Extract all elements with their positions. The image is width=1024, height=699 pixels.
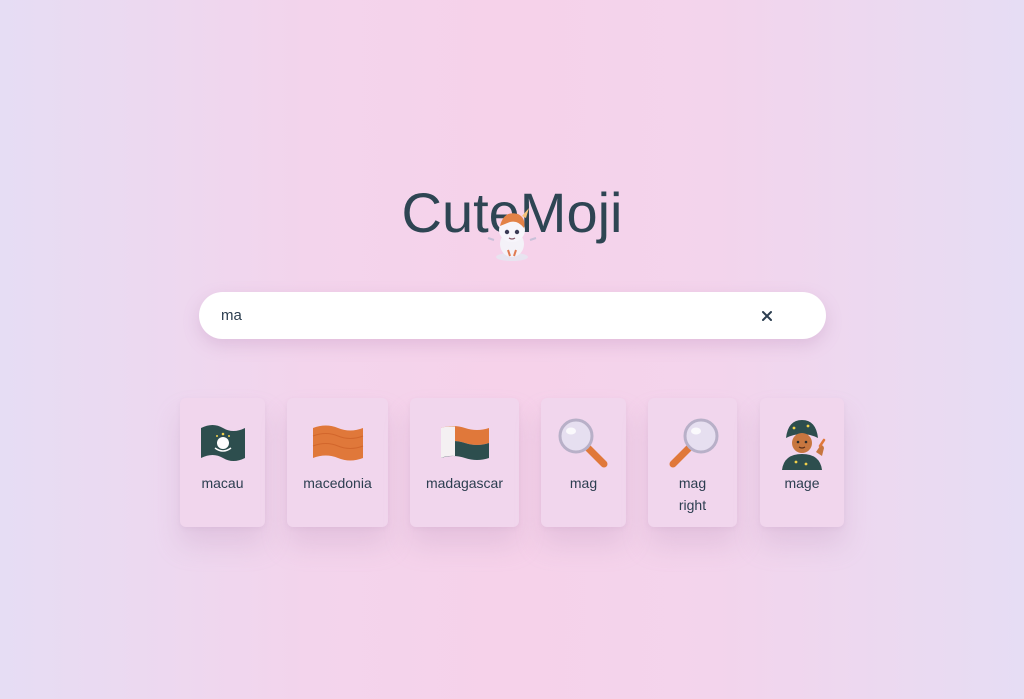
emoji-card-macau[interactable]: macau bbox=[180, 398, 265, 527]
close-icon bbox=[762, 311, 772, 321]
emoji-card-label: mag bbox=[569, 475, 598, 491]
emoji-card-label: macau bbox=[201, 475, 244, 491]
emoji-card-label: mag right bbox=[678, 475, 707, 513]
magnifying-glass-left-icon bbox=[558, 418, 607, 468]
flag-macedonia-icon bbox=[312, 425, 363, 461]
search-bar bbox=[199, 292, 826, 339]
clear-search-button[interactable] bbox=[755, 304, 779, 328]
emoji-card-label: madagascar bbox=[425, 475, 504, 491]
emoji-card-macedonia[interactable]: macedonia bbox=[287, 398, 388, 527]
emoji-card-mage[interactable]: mage bbox=[760, 398, 844, 527]
emoji-card-mag[interactable]: mag bbox=[541, 398, 626, 527]
flag-madagascar-icon bbox=[440, 426, 489, 460]
magnifying-glass-right-icon bbox=[669, 418, 718, 468]
emoji-card-label: macedonia bbox=[303, 475, 372, 491]
search-input[interactable] bbox=[221, 292, 741, 339]
unicorn-mascot-icon bbox=[487, 208, 537, 261]
emoji-card-label: mage bbox=[784, 475, 820, 491]
mage-icon bbox=[782, 420, 826, 470]
emoji-card-madagascar[interactable]: madagascar bbox=[410, 398, 519, 527]
emoji-card-mag-right[interactable]: mag right bbox=[648, 398, 737, 527]
flag-macau-icon bbox=[200, 425, 245, 461]
